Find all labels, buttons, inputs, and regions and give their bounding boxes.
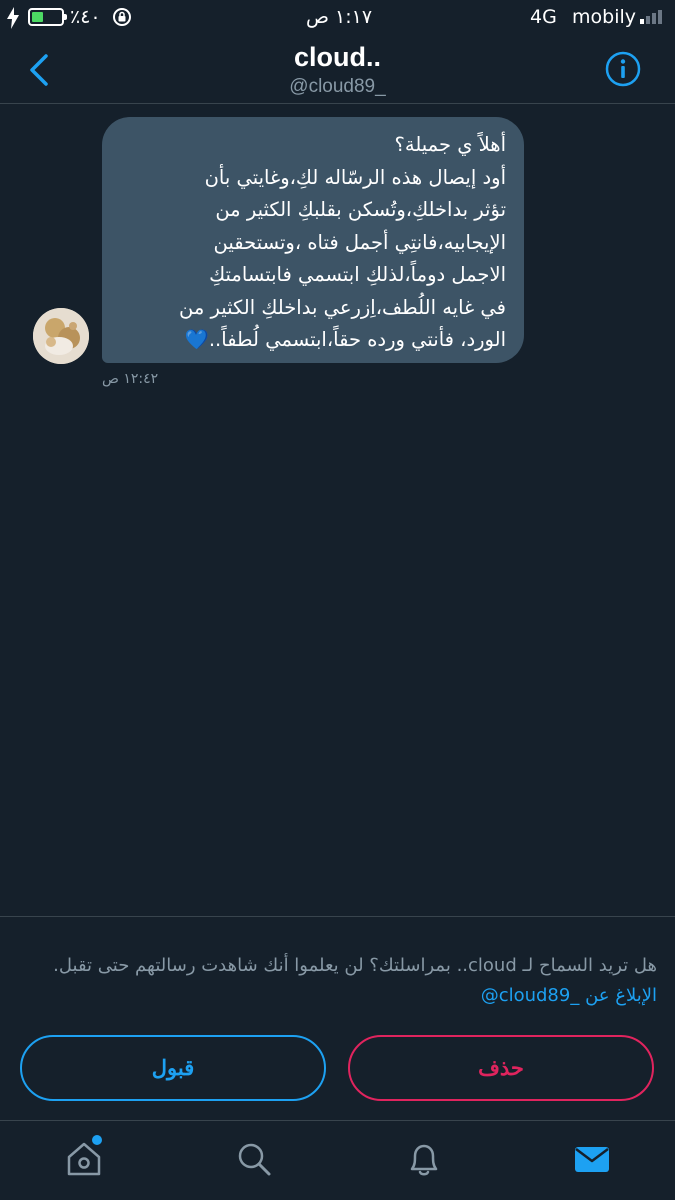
signal-bar [658, 10, 662, 24]
info-icon[interactable] [604, 50, 642, 88]
message-line: الاجمل دوماً،لذلكِ ابتسمي فابتسامتكِ [209, 263, 506, 286]
battery-icon [28, 8, 67, 26]
message-line: أود إيصال هذه الرسّاله لكِ،وغايتي بأن [204, 165, 506, 189]
mail-icon[interactable] [572, 1139, 612, 1179]
conversation-header: cloud.. @cloud89_ [0, 36, 675, 104]
rotation-lock-icon [113, 8, 131, 26]
battery-percent: ٪٤٠ [70, 6, 101, 28]
status-time: ١:١٧ ص [306, 6, 373, 28]
notification-dot [92, 1135, 102, 1145]
request-prompt-text: هل تريد السماح لـ cloud.. بمراسلتك؟ لن ي… [53, 955, 657, 976]
signal-bar [646, 16, 650, 24]
bottom-tab-bar [0, 1120, 675, 1200]
home-icon[interactable] [64, 1139, 104, 1179]
status-bar: ٪٤٠ ١:١٧ ص 4G mobily [0, 0, 675, 36]
carrier-name: mobily [572, 6, 636, 28]
message-bubble[interactable]: أهلاً ي جميلة؟ أود إيصال هذه الرسّاله لك… [102, 117, 524, 363]
message-line: في غايه اللُطف،اِزرعي بداخلكِ الكثير من [179, 295, 506, 319]
signal-bar [640, 19, 644, 24]
message-line: الإيجابيه،فانتِي أجمل فتاه ،وتستحقين [213, 230, 506, 254]
signal-bar [652, 13, 656, 24]
message-line-text: الورد، فأنتي ورده حقاً،ابتسمي لُطفاً.. [208, 328, 506, 351]
battery-nub [64, 14, 67, 20]
message-line-last: الورد، فأنتي ورده حقاً،ابتسمي لُطفاً..💙 [116, 324, 506, 357]
bell-icon[interactable] [404, 1139, 444, 1179]
message-line: أهلاً ي جميلة؟ [394, 133, 506, 156]
signal-bars-icon [640, 10, 664, 24]
delete-button[interactable]: حذف [348, 1035, 654, 1101]
contact-handle: @cloud89_ [289, 76, 386, 97]
battery-fill [32, 12, 43, 22]
message-line: تؤثر بداخلكِ،وتُسكن بقلبكِ الكثير من [215, 198, 506, 221]
blue-heart-emoji: 💙 [184, 328, 209, 351]
contact-name[interactable]: cloud.. [0, 42, 675, 73]
network-type: 4G [530, 6, 557, 28]
charging-bolt-icon [7, 7, 19, 29]
accept-button[interactable]: قبول [20, 1035, 326, 1101]
sender-avatar[interactable] [33, 308, 89, 364]
report-link[interactable]: الإبلاغ عن _cloud89@ [481, 985, 657, 1006]
request-prompt: هل تريد السماح لـ cloud.. بمراسلتك؟ لن ي… [20, 951, 657, 1011]
message-timestamp: ١٢:٤٢ ص [102, 371, 159, 387]
search-icon[interactable] [234, 1139, 274, 1179]
avatar-image [33, 308, 89, 364]
message-request-panel: هل تريد السماح لـ cloud.. بمراسلتك؟ لن ي… [0, 916, 675, 1120]
